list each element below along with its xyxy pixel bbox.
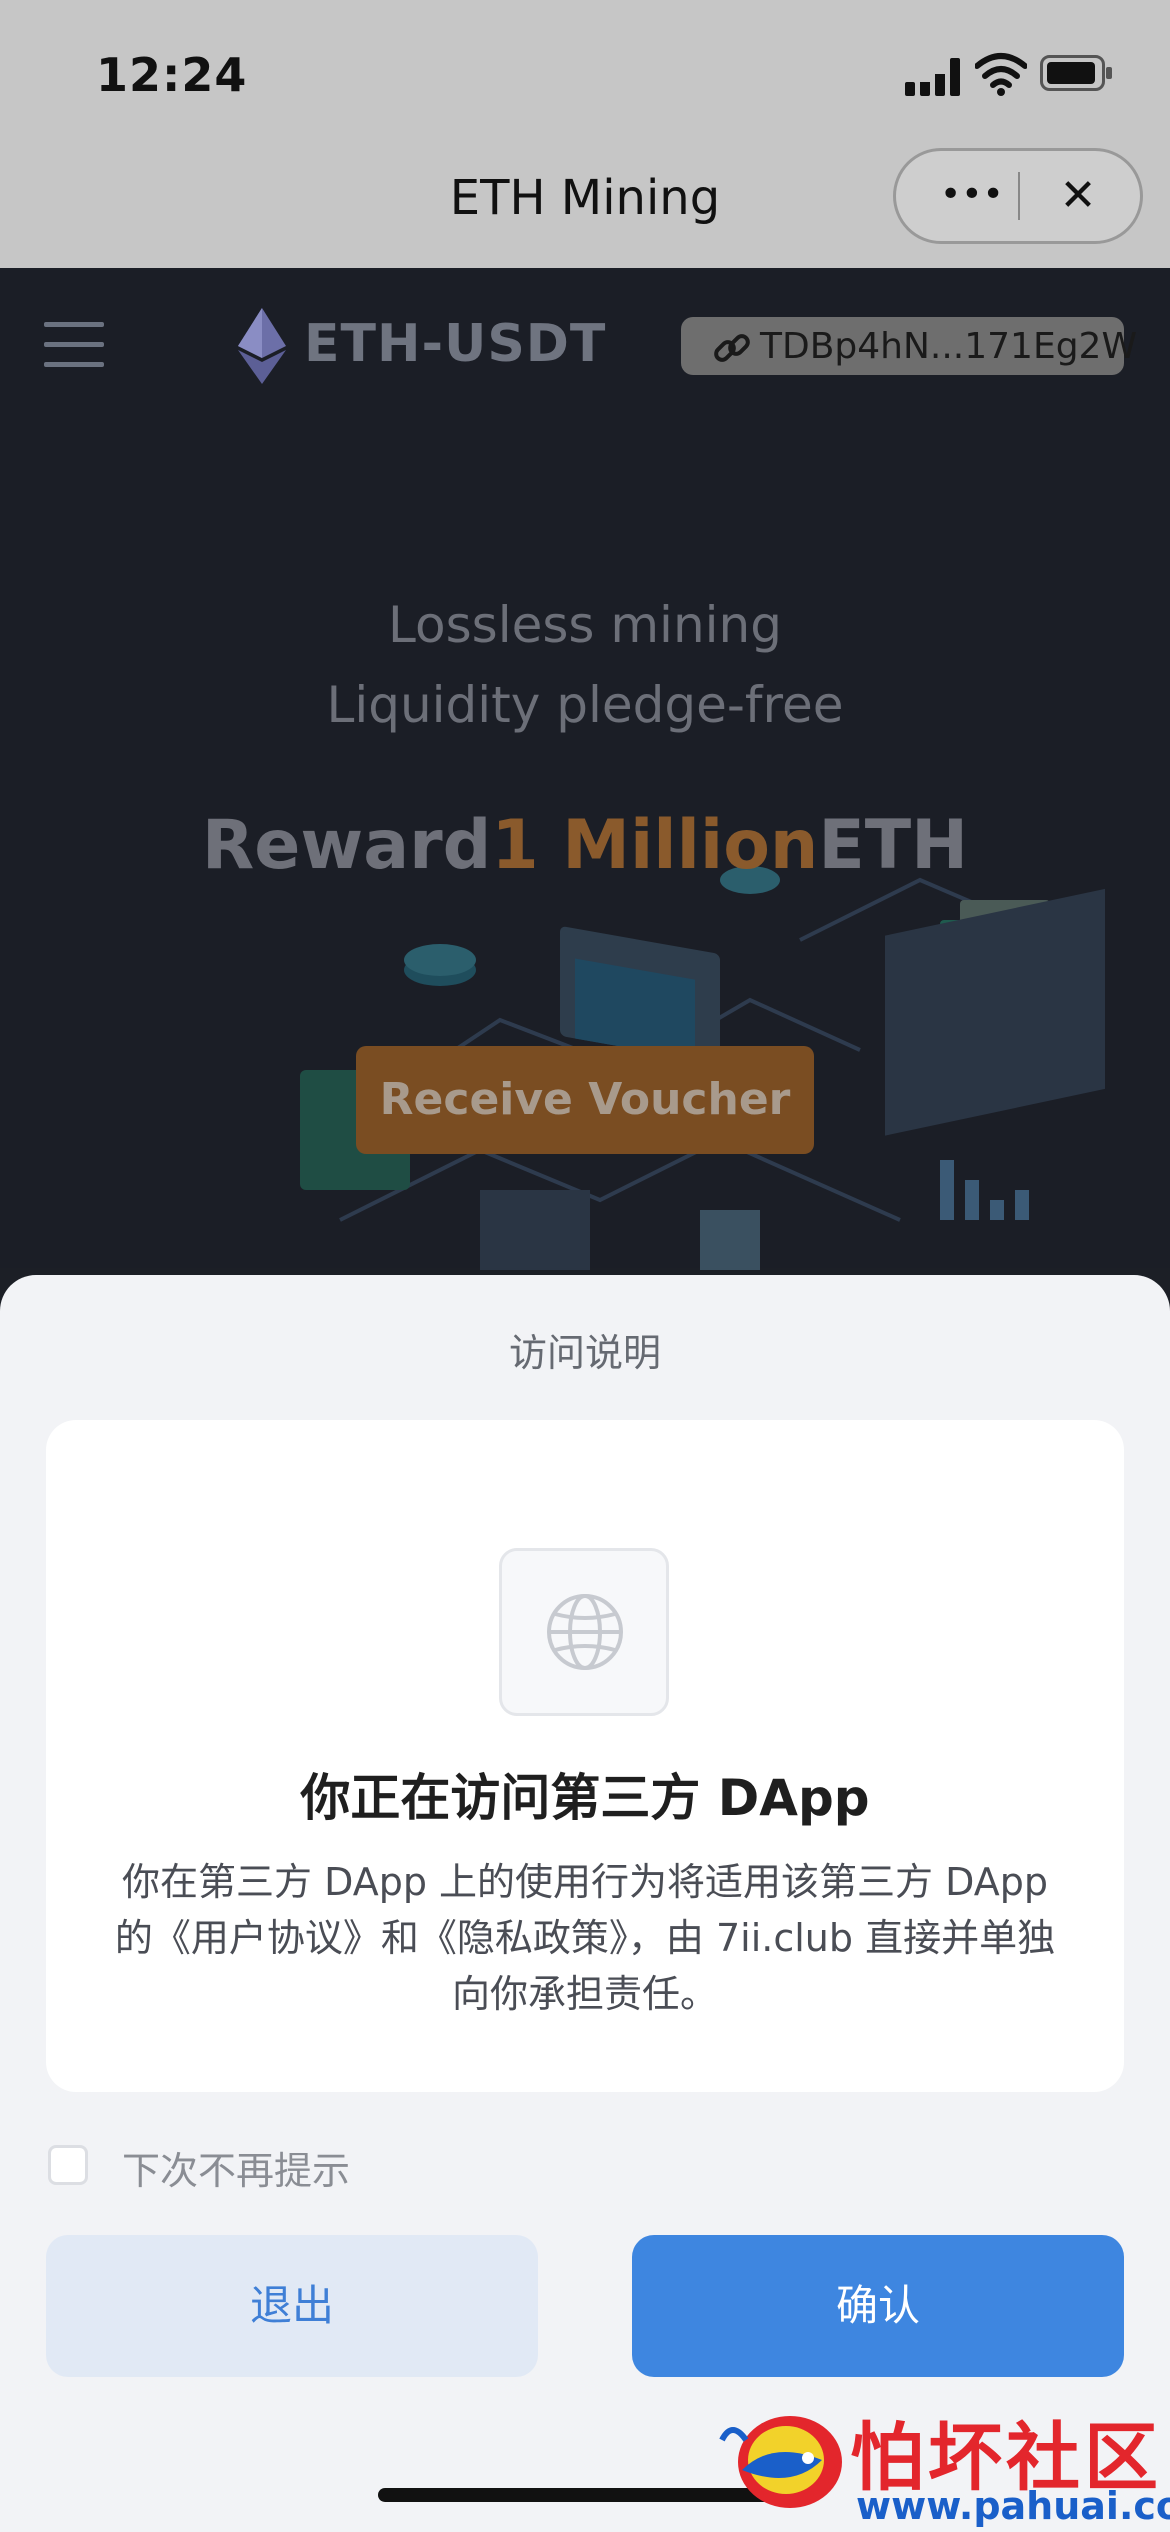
link-icon (714, 334, 750, 362)
sheet-title: 访问说明 (508, 1331, 661, 1375)
watermark-url: www.pahuai.com (856, 2484, 1170, 2528)
hero-line-1: Lossless mining (388, 596, 782, 654)
brand-name: ETH-USDT (304, 314, 607, 374)
receive-voucher-button[interactable]: Receive Voucher (356, 1046, 814, 1154)
status-time: 12:24 (96, 48, 248, 102)
reward-prefix: Reward (201, 806, 492, 885)
reward-highlight: 1 Million (491, 806, 819, 885)
more-button[interactable]: ••• (940, 175, 1004, 215)
reward-headline: Reward1 MillionETH (0, 806, 1170, 885)
wallet-address: TDBp4hN...171Eg2W (760, 326, 1138, 367)
confirm-button[interactable]: 确认 (632, 2235, 1124, 2377)
reward-suffix: ETH (818, 806, 969, 885)
ethereum-icon (238, 308, 286, 384)
dont-remind-checkbox[interactable] (48, 2145, 88, 2185)
exit-button[interactable]: 退出 (46, 2235, 538, 2377)
close-button[interactable]: ✕ (1052, 168, 1104, 224)
watermark-logo (719, 2416, 842, 2508)
dont-remind-label[interactable]: 下次不再提示 (122, 2140, 350, 2195)
mining-illustration (300, 866, 1105, 1270)
wifi-icon (975, 53, 1027, 96)
card-body: 你在第三方 DApp 上的使用行为将适用该第三方 DApp 的《用户协议》和《隐… (114, 1860, 1056, 2016)
menu-icon[interactable] (44, 322, 104, 370)
card-title: 你正在访问第三方 DApp (300, 1769, 870, 1827)
signal-icon (905, 58, 960, 96)
battery-icon (1040, 55, 1112, 91)
hero-line-2: Liquidity pledge-free (326, 676, 844, 734)
capsule-divider (1018, 172, 1020, 220)
globe-icon (547, 1594, 623, 1670)
